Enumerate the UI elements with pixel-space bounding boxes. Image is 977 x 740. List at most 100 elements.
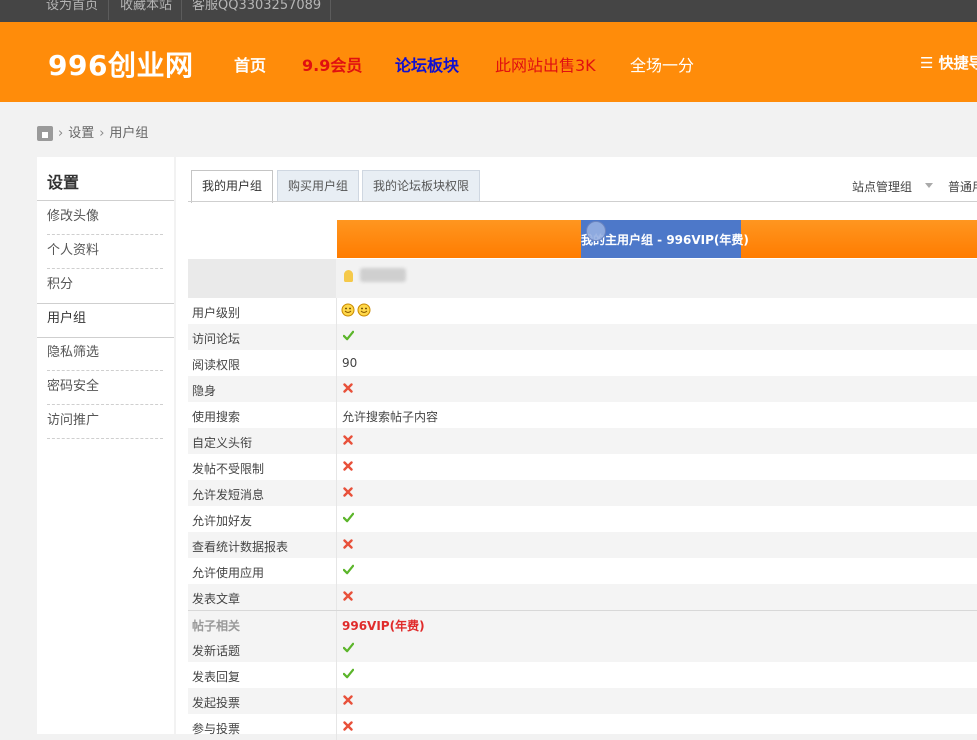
chevron-right-icon: › [58,126,64,141]
cross-icon [343,435,353,445]
check-icon [343,668,354,679]
permission-row: 使用搜索 允许搜索帖子内容 [188,402,977,428]
normal-group-select[interactable]: 普通用户组 [948,178,977,195]
permissions-table: 用户级别 访问论坛 阅读权限 90 隐身 使用搜索 允许搜索帖子内容 自定义头衔 发帖不受限制允… [188,298,977,740]
settings-sidebar: 设置 修改头像 个人资料 积分 用户组 隐私筛选 密码安全 访问推广 [37,157,174,734]
topbar-divider [330,0,331,20]
permission-row: 允许加好友 [188,506,977,532]
permission-row: 阅读权限 90 [188,350,977,376]
check-icon [343,642,354,653]
column-divider [336,506,337,532]
permission-row: 帖子相关 996VIP(年费) [188,610,977,637]
permission-label: 隐身 [192,384,217,398]
chevron-down-icon[interactable] [925,183,933,188]
column-divider [336,324,337,350]
permission-label: 访问论坛 [192,332,241,346]
permission-row: 发新话题 [188,636,977,662]
cross-icon [343,383,353,393]
cross-icon [343,539,353,549]
column-divider [336,611,337,637]
permission-label: 允许使用应用 [192,566,265,580]
permission-label: 阅读权限 [192,358,241,372]
permission-row: 自定义头衔 [188,428,977,454]
permission-row: 发帖不受限制 [188,454,977,480]
nav-forum[interactable]: 论坛板块 [395,52,459,76]
divider [37,200,174,201]
nav-site-sale[interactable]: 此网站出售3K [495,52,596,76]
sidebar-item-privacy[interactable]: 隐私筛选 [47,338,163,371]
breadcrumb-settings[interactable]: 设置 [68,126,94,141]
permission-row: 允许使用应用 [188,558,977,584]
nav-vip[interactable]: 9.9会员 [302,52,362,76]
permission-row: 允许发短消息 [188,480,977,506]
nav-home[interactable]: 首页 [234,52,266,76]
user-info-label-cell [188,259,336,298]
column-divider [336,636,337,662]
tab-forum-permissions[interactable]: 我的论坛板块权限 [362,170,481,202]
sidebar-item-promotion[interactable]: 访问推广 [47,406,163,439]
permission-label: 发表回复 [192,670,241,684]
permission-row: 访问论坛 [188,324,977,350]
permission-row: 发表文章 [188,584,977,610]
cross-icon [343,461,353,471]
sidebar-title: 设置 [47,173,80,192]
breadcrumb: › 设置 › 用户组 [37,122,148,142]
permission-label: 参与投票 [192,722,241,736]
home-icon[interactable] [37,126,53,141]
service-qq: 客服QQ3303257089 [192,0,322,13]
lightbulb-icon [344,270,353,282]
permission-label: 自定义头衔 [192,436,253,450]
permission-value: 90 [342,356,358,370]
sidebar-item-avatar[interactable]: 修改头像 [47,202,163,235]
permission-label: 发新话题 [192,644,241,658]
topbar-divider [108,0,109,20]
permission-row: 发表回复 [188,662,977,688]
permission-label: 发表文章 [192,592,241,606]
top-bar: 设为首页 收藏本站 客服QQ3303257089 [0,0,977,22]
column-divider [336,454,337,480]
check-icon [343,512,354,523]
nav-one-cent[interactable]: 全场一分 [630,52,694,76]
column-divider [336,402,337,428]
permission-label: 查看统计数据报表 [192,540,289,554]
check-icon [343,564,354,575]
chevron-right-icon: › [99,126,105,141]
permission-label: 帖子相关 [192,619,241,633]
column-divider [336,662,337,688]
column-divider [336,428,337,454]
bookmark-site-link[interactable]: 收藏本站 [120,0,172,13]
cross-icon [343,487,353,497]
sidebar-item-usergroup[interactable]: 用户组 [37,303,174,338]
permission-row: 隐身 [188,376,977,402]
site-logo[interactable]: 996创业网 [48,44,193,84]
sidebar-item-password[interactable]: 密码安全 [47,372,163,405]
smiley-icon [341,303,355,317]
permission-label: 允许发短消息 [192,488,265,502]
column-divider [336,558,337,584]
breadcrumb-usergroup: 用户组 [109,126,149,141]
sidebar-item-profile[interactable]: 个人资料 [47,236,163,269]
tab-buy-usergroup[interactable]: 购买用户组 [277,170,360,202]
cursor-indicator [586,221,606,241]
tab-my-usergroup[interactable]: 我的用户组 [191,170,274,203]
cross-icon [343,591,353,601]
set-homepage-link[interactable]: 设为首页 [46,0,98,13]
topbar-divider [181,0,182,20]
sidebar-item-credits[interactable]: 积分 [47,270,163,303]
site-header: 996创业网 首页 9.9会员 论坛板块 此网站出售3K 全场一分 ☰ 快捷导航 [0,22,977,102]
column-divider [336,298,337,324]
check-icon [343,330,354,341]
permission-label: 发帖不受限制 [192,462,265,476]
permission-label: 使用搜索 [192,410,241,424]
blurred-username [360,268,406,282]
quick-nav-button[interactable]: ☰ 快捷导航 [920,52,977,73]
column-divider [336,480,337,506]
site-admin-group-select[interactable]: 站点管理组 [852,178,912,195]
section-group-name: 996VIP(年费) [342,619,425,633]
column-divider [336,584,337,610]
smiley-icon [357,303,371,317]
column-divider [336,714,337,740]
permission-row: 用户级别 [188,298,977,324]
cross-icon [343,721,353,731]
permission-label: 用户级别 [192,306,241,320]
